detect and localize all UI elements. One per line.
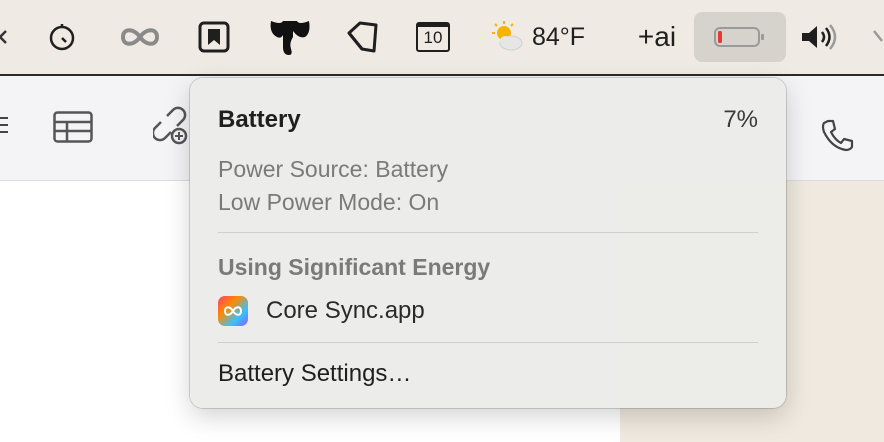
battery-menu-button[interactable]	[694, 12, 786, 62]
timer-icon[interactable]	[46, 0, 78, 74]
list-icon[interactable]	[0, 110, 12, 140]
infinity-link-icon[interactable]	[118, 0, 162, 74]
calendar-icon[interactable]: 10	[414, 0, 452, 74]
extra-icon[interactable]	[872, 0, 884, 74]
table-icon[interactable]	[53, 111, 93, 143]
low-power-mode-label: Low Power Mode: On	[218, 189, 440, 215]
link-add-icon[interactable]	[151, 106, 189, 146]
battery-percent: 7%	[723, 106, 758, 133]
app-list-item[interactable]: Core Sync.app	[218, 294, 425, 328]
battery-icon	[714, 26, 764, 48]
calendar-day: 10	[423, 28, 443, 47]
ai-menu[interactable]: +ai	[630, 0, 684, 74]
weather-widget[interactable]: 84°F	[490, 0, 594, 74]
temperature-label: 84°F	[532, 22, 586, 51]
screen: 10 84°F +ai Battery 7% Power Source: Bat…	[0, 0, 884, 442]
ai-label: +ai	[637, 21, 677, 52]
volume-icon[interactable]	[798, 0, 842, 74]
battery-dropdown-menu: Battery 7% Power Source: Battery Low Pow…	[190, 78, 786, 408]
battery-title: Battery	[218, 106, 301, 133]
menu-bar: 10 84°F +ai	[0, 0, 884, 76]
app-name: Core Sync.app	[266, 297, 425, 324]
arrow-left-partial-icon[interactable]	[0, 0, 8, 74]
significant-energy-heading: Using Significant Energy	[218, 254, 491, 280]
partly-cloudy-icon	[490, 20, 524, 54]
bookmark-app-icon[interactable]	[196, 0, 232, 74]
phone-icon[interactable]	[820, 118, 854, 152]
separator	[218, 232, 758, 233]
power-source-label: Power Source: Battery	[218, 156, 449, 182]
battery-settings-item[interactable]: Battery Settings…	[218, 360, 411, 388]
elephant-icon[interactable]	[266, 0, 314, 74]
core-sync-app-icon	[218, 296, 248, 326]
separator	[218, 342, 758, 343]
pen-shape-icon[interactable]	[344, 0, 380, 74]
